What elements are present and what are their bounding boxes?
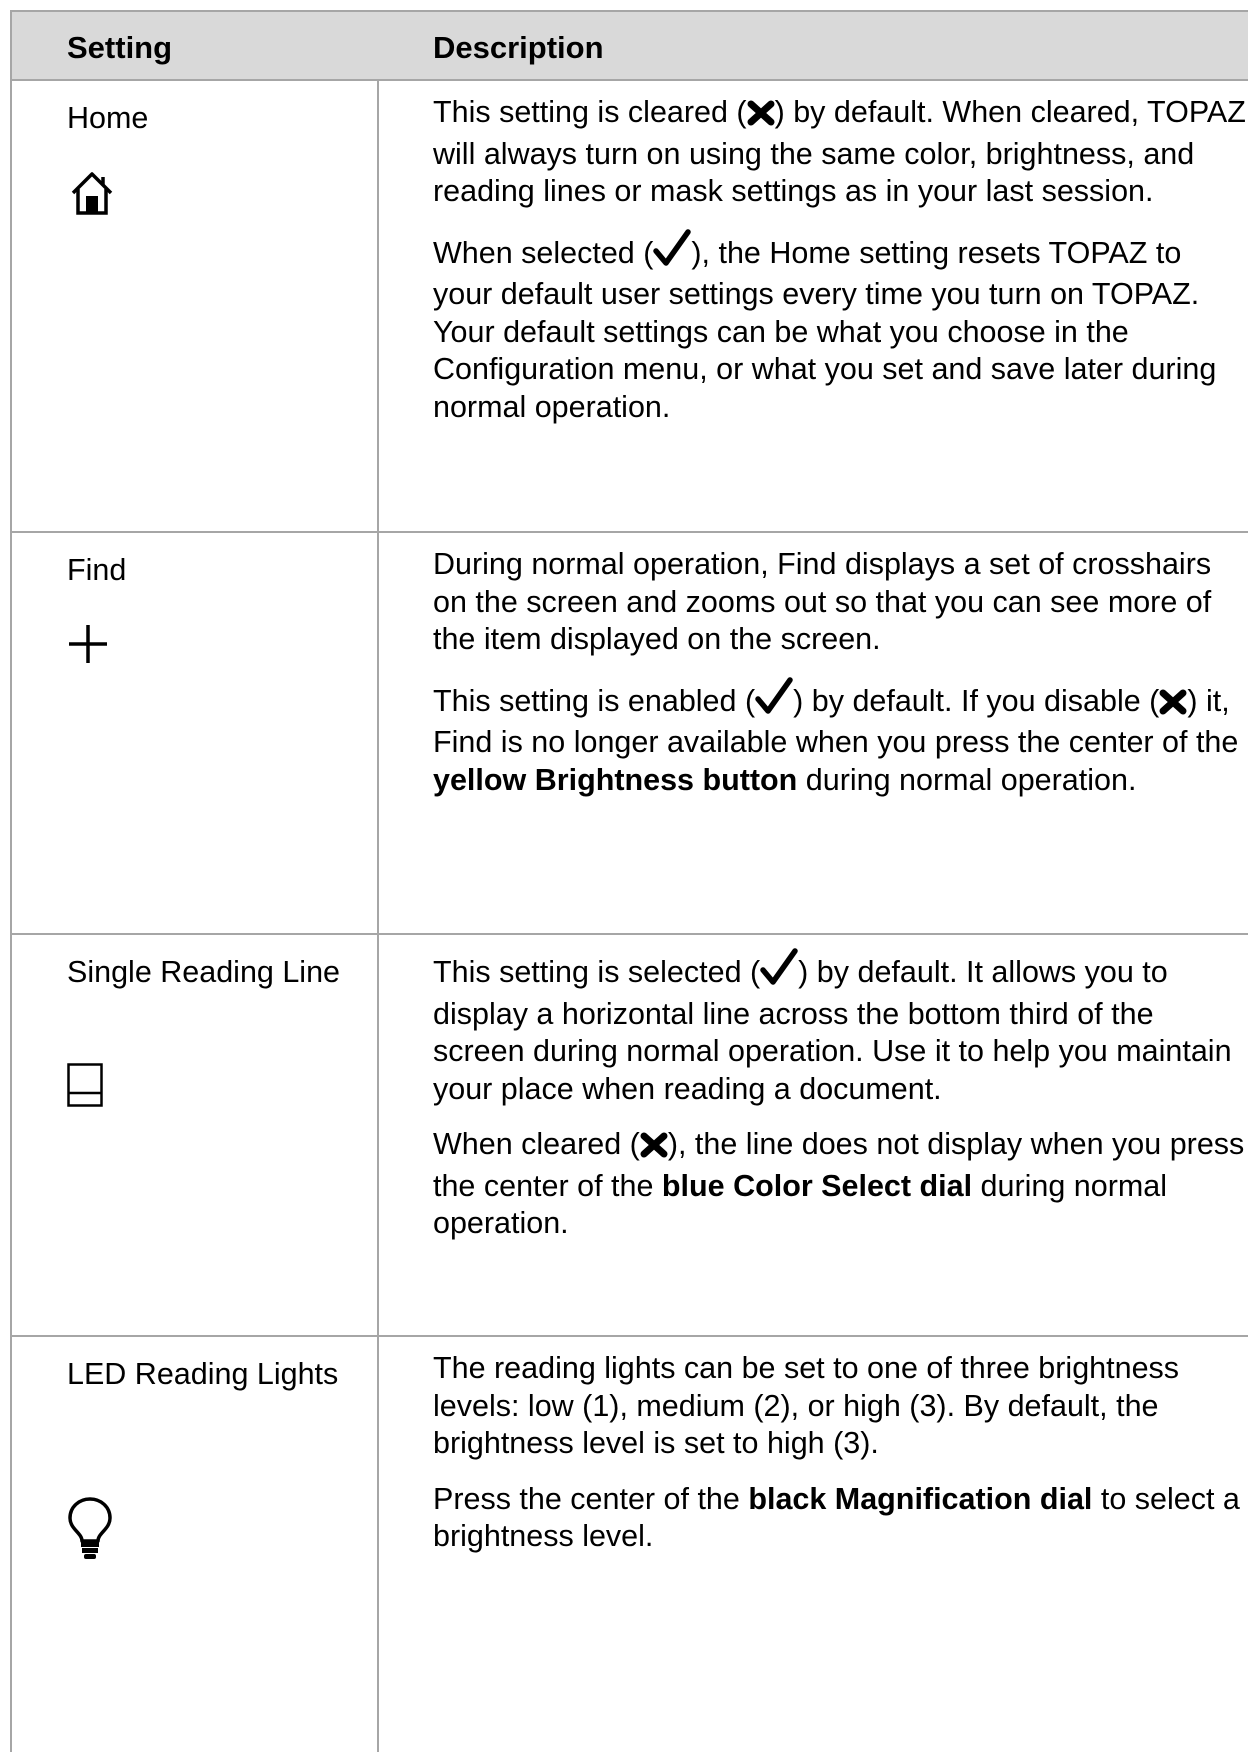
description-single-reading-line-p1: This setting is selected () by default. …: [433, 948, 1248, 1108]
table-row-single-reading-line: Single Reading Line This setting is sele…: [12, 935, 1248, 1337]
crosshair-plus-icon: [67, 623, 109, 670]
description-home: This setting is cleared () by default. W…: [433, 94, 1248, 426]
lightbulb-icon: [67, 1497, 113, 1568]
reading-line-icon: [67, 1063, 103, 1112]
table-row-led-reading-lights: LED Reading Lights The reading lights ca…: [12, 1337, 1248, 1754]
selected-check-icon: [755, 676, 793, 725]
description-led-reading-lights-p2: Press the center of the black Magnificat…: [433, 1481, 1240, 1554]
setting-name-home: Home: [67, 101, 149, 135]
description-home-p1: This setting is cleared () by default. W…: [433, 95, 1246, 208]
cleared-x-icon: [1159, 687, 1187, 725]
description-single-reading-line-p2: When cleared (), the line does not displ…: [433, 1127, 1245, 1240]
selected-check-icon: [653, 228, 692, 277]
header-description: Description: [433, 30, 604, 65]
setting-name-single-reading-line: Single Reading Line: [67, 955, 341, 989]
description-find-p2: This setting is enabled () by default. I…: [433, 676, 1248, 800]
cleared-x-icon: [747, 98, 775, 136]
header-setting: Setting: [67, 30, 173, 65]
selected-check-icon: [760, 948, 798, 996]
home-icon: [67, 169, 117, 222]
description-led-reading-lights: The reading lights can be set to one of …: [433, 1350, 1248, 1556]
description-single-reading-line: This setting is selected () by default. …: [433, 948, 1248, 1243]
description-find-p1: During normal operation, Find displays a…: [433, 547, 1212, 656]
setting-name-led-reading-lights: LED Reading Lights: [67, 1357, 339, 1391]
description-find: During normal operation, Find displays a…: [433, 546, 1248, 799]
setting-name-find: Find: [67, 553, 127, 587]
table-header: Setting Description: [12, 12, 1248, 81]
description-home-p2: When selected (), the Home setting reset…: [433, 228, 1248, 427]
settings-table: Setting Description Home This setting is…: [10, 10, 1248, 1752]
description-led-reading-lights-p1: The reading lights can be set to one of …: [433, 1351, 1180, 1460]
table-row-home: Home This setting is cleared () by defau…: [12, 81, 1248, 533]
cleared-x-icon: [640, 1130, 668, 1168]
table-row-find: Find During normal operation, Find displ…: [12, 533, 1248, 935]
